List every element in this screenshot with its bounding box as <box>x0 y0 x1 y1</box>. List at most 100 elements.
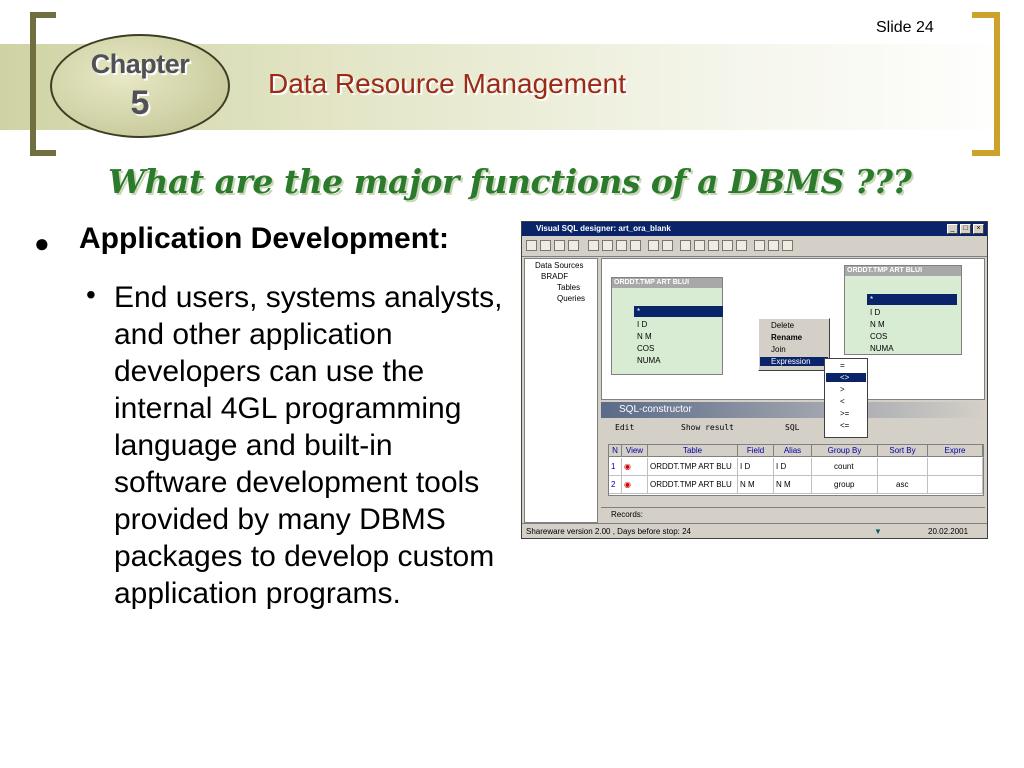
grid-header: Expre <box>928 445 983 457</box>
table-field: COS <box>637 344 655 353</box>
menu-item: Rename <box>771 333 803 342</box>
table-field: I D <box>637 320 648 329</box>
options-icon <box>736 240 747 251</box>
tree-item: BRADF <box>541 272 569 281</box>
link-icon <box>630 240 641 251</box>
menu-item-highlighted: Expression <box>760 357 828 366</box>
status-date: 20.02.2001 <box>928 527 969 536</box>
sql-icon <box>680 240 691 251</box>
table-box-left: ORDDT.TMP ART BLUI * I D N M COS NUMA <box>611 277 723 375</box>
operator-item: <= <box>840 421 850 430</box>
help-icon <box>754 240 765 251</box>
grid-icon <box>616 240 627 251</box>
sort-icon <box>708 240 719 251</box>
window-title: Visual SQL designer: art_ora_blank <box>522 222 987 236</box>
table-field: I D <box>870 308 881 317</box>
grid-header: Field <box>738 445 774 457</box>
operator-item-selected: <> <box>826 373 866 382</box>
row-number: 2 <box>609 476 622 494</box>
table-field: COS <box>870 332 888 341</box>
grid-header: Sort By <box>878 445 928 457</box>
group-cell: count <box>812 458 878 476</box>
operator-item: >= <box>840 409 850 418</box>
chapter-label: Chapter <box>90 49 190 79</box>
status-bar: Shareware version 2.00 , Days before sto… <box>522 523 987 538</box>
filter-icon: ▼ <box>874 527 882 536</box>
selected-field: * <box>634 306 723 317</box>
constructor-tabs: Edit Show result SQL <box>601 421 985 437</box>
table-caption: ORDDT.TMP ART BLUI <box>612 278 722 288</box>
merge-icon <box>722 240 733 251</box>
table-caption: ORDDT.TMP ART BLUI <box>845 266 961 276</box>
exit-icon <box>782 240 793 251</box>
tab-sql: SQL <box>785 423 800 432</box>
save-icon <box>554 240 565 251</box>
globe-icon <box>648 240 659 251</box>
table-box-right: ORDDT.TMP ART BLUI * I D N M COS NUMA <box>844 265 962 355</box>
grid-header: N <box>609 445 622 457</box>
maximize-icon: □ <box>960 224 971 234</box>
table-cell: ORDDT.TMP ART BLU <box>648 476 738 494</box>
lock-icon <box>768 240 779 251</box>
right-bracket-decoration <box>972 12 1000 156</box>
sql-constructor-bar: SQL-constructor <box>601 402 985 418</box>
field-cell: I D <box>738 458 774 476</box>
table-icon <box>588 240 599 251</box>
grid-header: Group By <box>812 445 878 457</box>
minimize-icon: _ <box>947 224 958 234</box>
grid-header: Table <box>648 445 738 457</box>
tab-show-result: Show result <box>681 423 734 432</box>
app-screenshot: Visual SQL designer: art_ora_blank _ □ ×… <box>521 221 988 539</box>
tab-edit: Edit <box>615 423 635 432</box>
table-cell: ORDDT.TMP ART BLU <box>648 458 738 476</box>
expression-cell <box>928 476 983 494</box>
bullet-marker: ● <box>34 228 50 258</box>
table-field: NUMA <box>637 356 661 365</box>
sub-bullet-text: End users, systems analysts, and other a… <box>114 281 503 610</box>
selected-field: * <box>867 294 957 305</box>
table-field: NUMA <box>870 344 894 353</box>
slide-number: Slide 24 <box>876 19 934 36</box>
tree-item: Tables <box>557 283 581 292</box>
menu-item: Delete <box>771 321 795 330</box>
status-left: Shareware version 2.00 , Days before sto… <box>526 527 691 536</box>
chapter-number: 5 <box>130 84 150 122</box>
records-label: Records: <box>601 507 985 520</box>
operator-item: < <box>840 397 845 406</box>
query-grid: N View Table Field Alias Group By Sort B… <box>608 444 984 496</box>
group-cell: group <box>812 476 878 494</box>
bullet-heading: Application Development: <box>79 222 450 255</box>
sort-cell: asc <box>878 476 928 494</box>
expression-cell <box>928 458 983 476</box>
tree-item: Queries <box>557 294 586 303</box>
delete-icon <box>662 240 673 251</box>
operator-submenu: = <> > < >= <= <box>824 358 868 438</box>
toolbar <box>522 237 987 257</box>
menu-item: Join <box>771 345 786 354</box>
filter-icon <box>694 240 705 251</box>
close-icon: × <box>973 224 984 234</box>
table-field: N M <box>870 320 885 329</box>
alias-cell: I D <box>774 458 812 476</box>
operator-item: = <box>840 361 845 370</box>
join-icon <box>602 240 613 251</box>
context-menu: Delete Rename Join Expression <box>758 318 830 371</box>
slide-title: What are the major functions of a DBMS ?… <box>108 162 912 201</box>
new-icon <box>526 240 537 251</box>
print-icon <box>568 240 579 251</box>
grid-header: Alias <box>774 445 812 457</box>
row-number: 1 <box>609 458 622 476</box>
alias-cell: N M <box>774 476 812 494</box>
header-title: Data Resource Management <box>268 68 626 99</box>
view-icon: ◉ <box>622 476 648 494</box>
open-icon <box>540 240 551 251</box>
grid-header: View <box>622 445 648 457</box>
operator-item: > <box>840 385 845 394</box>
table-field: N M <box>637 332 652 341</box>
view-icon: ◉ <box>622 458 648 476</box>
window-controls: _ □ × <box>947 224 984 234</box>
data-sources-tree: Data Sources BRADF Tables Queries <box>524 258 598 523</box>
sub-bullet-marker: • <box>86 279 96 310</box>
field-cell: N M <box>738 476 774 494</box>
sort-cell <box>878 458 928 476</box>
